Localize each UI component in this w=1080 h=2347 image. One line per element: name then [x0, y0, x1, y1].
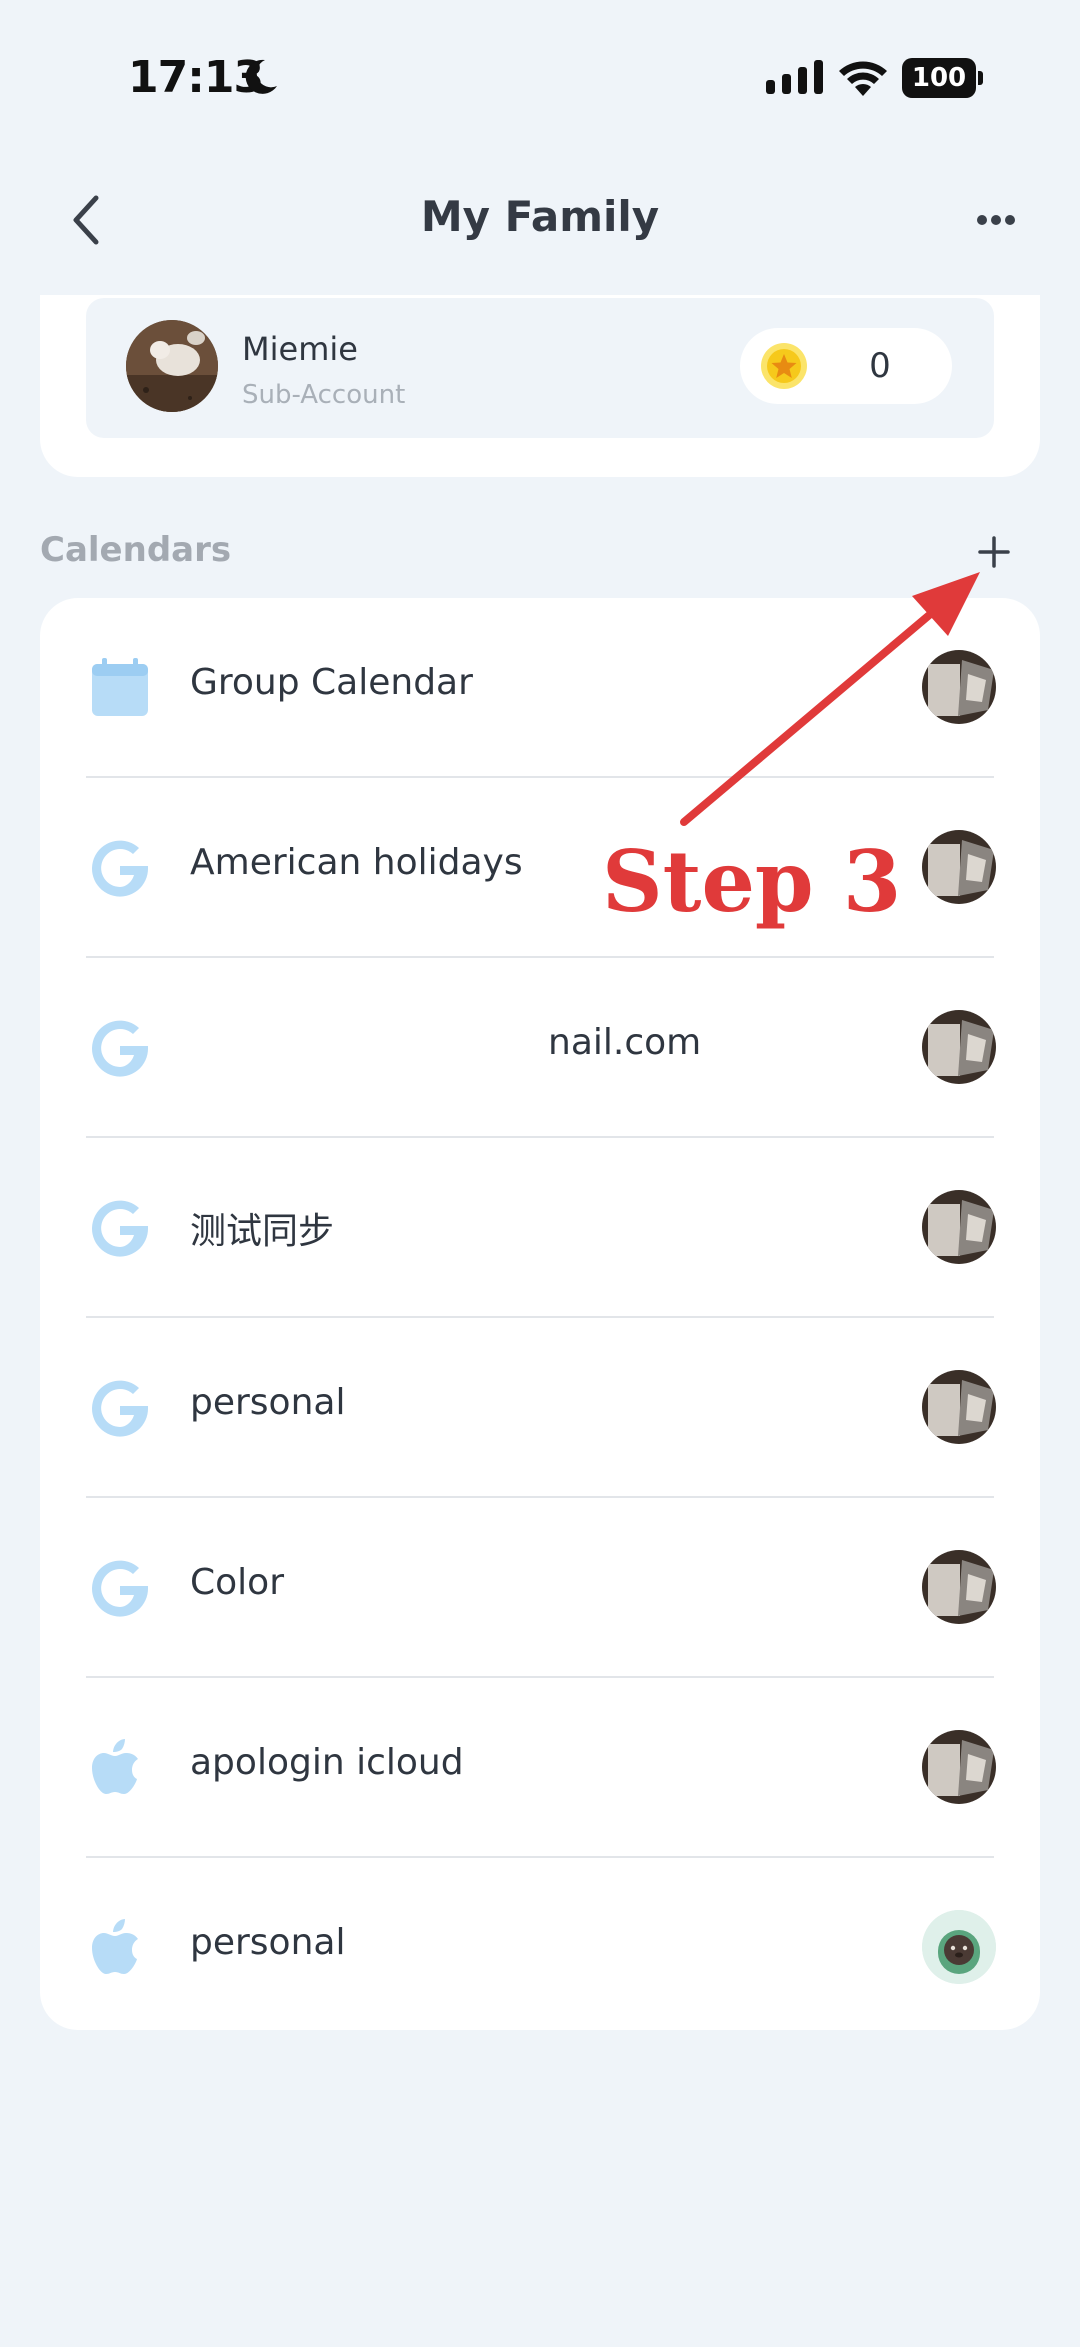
header: My Family [0, 170, 1080, 270]
member-role: Sub-Account [242, 380, 406, 410]
calendar-item[interactable]: personal [40, 1858, 1040, 2038]
battery-icon: 100 [902, 58, 984, 98]
google-icon [92, 1020, 149, 1077]
calendar-label: personal [190, 1382, 346, 1423]
calendar-item[interactable]: nail.com [40, 958, 1040, 1138]
calendar-list: Group Calendar American holidays nail.co… [40, 598, 1040, 2030]
member-name: Miemie [242, 330, 358, 368]
avatar [922, 650, 996, 724]
calendar-item[interactable]: Color [40, 1498, 1040, 1678]
more-button[interactable] [966, 200, 1026, 240]
points-badge[interactable]: 0 [740, 328, 952, 404]
calendar-label: Group Calendar [190, 662, 473, 703]
calendar-label: nail.com [548, 1022, 702, 1063]
google-icon [92, 1560, 149, 1617]
wifi-icon [839, 61, 887, 96]
avatar [922, 1910, 996, 1984]
calendar-icon [92, 658, 148, 716]
add-calendar-button[interactable] [972, 530, 1016, 574]
calendars-section-title: Calendars [40, 530, 232, 570]
avatar [922, 1370, 996, 1444]
google-icon [92, 1200, 149, 1257]
moon-icon [245, 59, 277, 94]
step-annotation-label: Step 3 [602, 832, 902, 931]
signal-icon [766, 60, 823, 94]
avatar [922, 1730, 996, 1804]
calendar-item[interactable]: 测试同步 [40, 1138, 1040, 1318]
google-icon [92, 840, 149, 897]
avatar [126, 320, 218, 412]
calendar-item[interactable]: Group Calendar [40, 598, 1040, 778]
apple-icon [92, 1919, 138, 1974]
calendar-item[interactable]: apologin icloud [40, 1678, 1040, 1858]
points-value: 0 [869, 346, 891, 386]
avatar [922, 1550, 996, 1624]
calendar-label: American holidays [190, 842, 523, 883]
calendar-label: Color [190, 1562, 284, 1603]
battery-level: 100 [902, 58, 976, 98]
google-icon [92, 1380, 149, 1437]
calendar-label: apologin icloud [190, 1742, 464, 1783]
avatar [922, 830, 996, 904]
calendar-label: 测试同步 [190, 1211, 335, 1252]
page-title: My Family [420, 192, 660, 241]
apple-icon [92, 1739, 138, 1794]
battery-tip [978, 71, 983, 85]
calendar-label: personal [190, 1922, 346, 1963]
star-coin-icon [761, 343, 807, 389]
family-members-card: Miemie Sub-Account 0 [40, 295, 1040, 477]
calendar-item[interactable]: personal [40, 1318, 1040, 1498]
avatar [922, 1010, 996, 1084]
member-row[interactable]: Miemie Sub-Account 0 [86, 298, 994, 438]
status-bar: 17:13 100 [0, 0, 1080, 150]
avatar [922, 1190, 996, 1264]
